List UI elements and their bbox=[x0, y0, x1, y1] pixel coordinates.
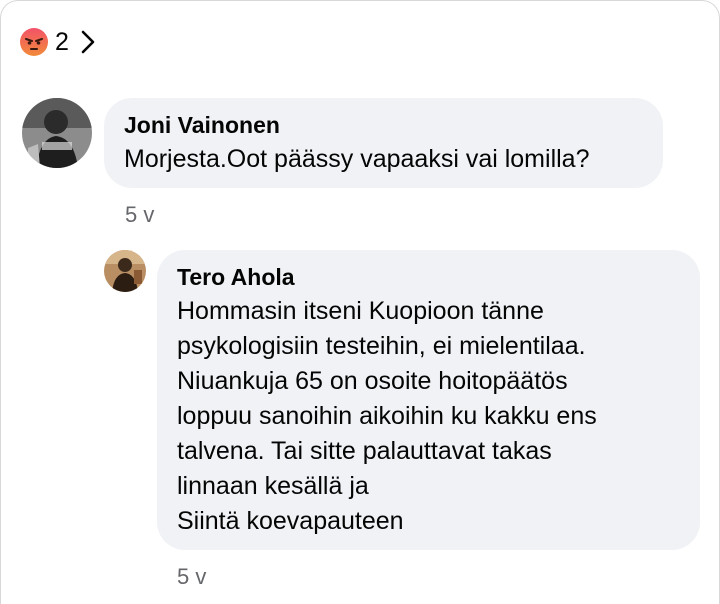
reaction-summary[interactable]: 2 bbox=[19, 27, 97, 57]
comment-text: Morjesta.Oot päässy vapaaksi vai lomilla… bbox=[124, 145, 590, 173]
comment-thread-panel: 2 Joni Vainonen Morjesta.Oot päässy vapa… bbox=[0, 0, 720, 604]
reply-bubble[interactable]: Tero Ahola Hommasin itseni Kuopioon tänn… bbox=[157, 250, 700, 550]
chevron-right-icon bbox=[81, 30, 95, 54]
avatar-photo-icon bbox=[104, 250, 146, 292]
reply-timestamp[interactable]: 5 v bbox=[177, 564, 206, 590]
reaction-count: 2 bbox=[55, 28, 69, 56]
avatar[interactable] bbox=[22, 98, 92, 168]
reply-author[interactable]: Tero Ahola bbox=[177, 262, 680, 292]
reply-text: Hommasin itseni Kuopioon tänne psykologi… bbox=[177, 297, 597, 535]
comment-author[interactable]: Joni Vainonen bbox=[124, 110, 643, 140]
avatar[interactable] bbox=[104, 250, 146, 292]
avatar-photo-icon bbox=[22, 98, 92, 168]
angry-face-icon bbox=[20, 28, 48, 56]
comment-bubble[interactable]: Joni Vainonen Morjesta.Oot päässy vapaak… bbox=[104, 98, 663, 188]
comment-timestamp[interactable]: 5 v bbox=[125, 202, 154, 228]
